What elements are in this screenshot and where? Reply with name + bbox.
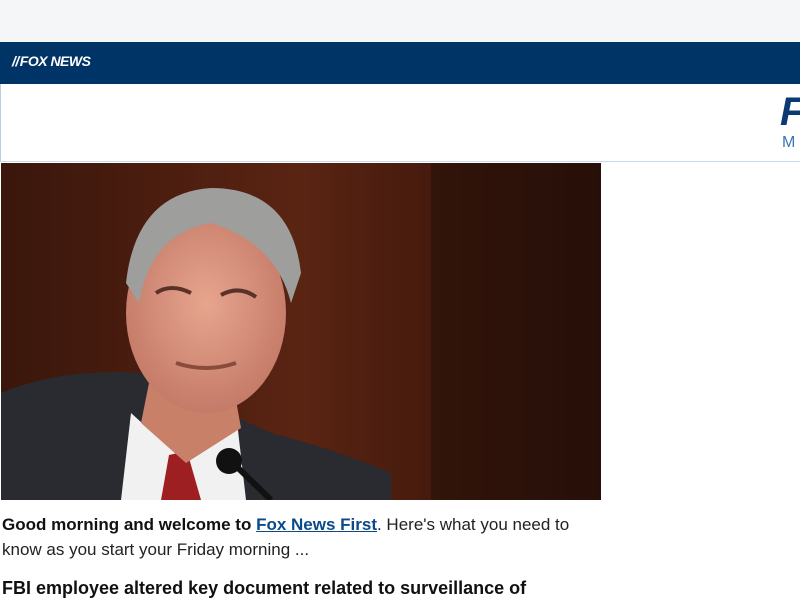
intro-paragraph: Good morning and welcome to Fox News Fir…: [2, 512, 602, 562]
brand-bar: //FOX NEWS: [0, 42, 800, 84]
newsletter-header: F M: [0, 84, 800, 162]
header-subtitle-fragment: M: [782, 134, 796, 151]
logo-slash-icon: //: [12, 53, 19, 69]
hero-photo-graphic: [1, 163, 601, 500]
top-gap: [0, 0, 800, 42]
header-title-fragment: F: [780, 92, 800, 132]
intro-lead: Good morning and welcome to: [2, 515, 257, 534]
fox-news-logo[interactable]: //FOX NEWS: [12, 53, 91, 69]
fox-news-first-link[interactable]: Fox News First: [256, 515, 377, 534]
logo-text: FOX NEWS: [19, 53, 91, 69]
story-headline[interactable]: FBI employee altered key document relate…: [2, 576, 602, 600]
hero-photo: [1, 163, 601, 500]
